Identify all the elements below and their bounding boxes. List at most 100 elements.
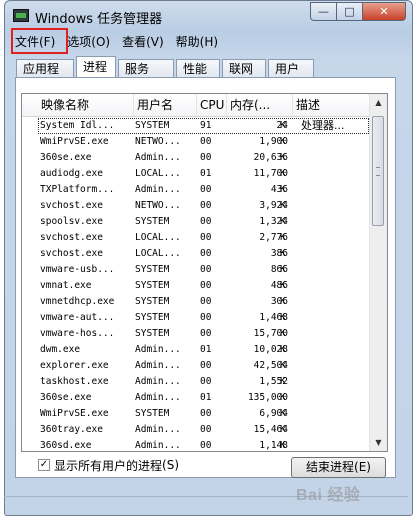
process-cpu: 00 — [200, 232, 212, 243]
column-memory[interactable]: 内存(... — [227, 94, 293, 116]
process-description — [301, 134, 371, 150]
end-process-button[interactable]: 结束进程(E) — [291, 457, 386, 478]
table-row[interactable]: audiodg.exe LOCAL... 01 11,700 K — [22, 166, 371, 182]
table-row[interactable]: spoolsv.exe SYSTEM 00 1,324 K — [22, 214, 371, 230]
tab-applications[interactable]: 应用程序 — [16, 59, 74, 94]
process-user: SYSTEM — [135, 312, 170, 323]
table-row[interactable]: explorer.exe Admin... 00 42,504 K — [22, 358, 371, 374]
process-cpu: 01 — [200, 168, 212, 179]
process-user: SYSTEM — [135, 328, 170, 339]
process-description — [301, 278, 371, 294]
up-arrow-icon[interactable]: ▲ — [370, 94, 387, 111]
process-memory-unit: K — [280, 216, 286, 227]
table-row[interactable]: vmnetdhcp.exe SYSTEM 00 306 K — [22, 294, 371, 310]
process-memory-unit: K — [280, 376, 286, 387]
tab-performance[interactable]: 性能 — [176, 59, 220, 77]
table-row[interactable]: vmware-aut... SYSTEM 00 1,468 K — [22, 310, 371, 326]
column-user-name[interactable]: 用户名 — [134, 94, 197, 116]
scroll-thumb[interactable] — [372, 116, 384, 226]
process-user: Admin... — [135, 392, 181, 403]
vertical-scrollbar[interactable]: ▲ ▼ — [369, 94, 387, 451]
table-row[interactable]: 360sd.exe Admin... 00 1,148 K — [22, 438, 371, 451]
process-rows: System Idl... SYSTEM 91 24 K 处理器... WmiPrvSE.e… — [22, 118, 371, 451]
process-user: Admin... — [135, 152, 181, 163]
process-list[interactable]: 映像名称 用户名 CPU 内存(... 描述 System Idl... SYST… — [21, 93, 388, 452]
table-row[interactable]: System Idl... SYSTEM 91 24 K 处理器... — [38, 118, 369, 134]
title-bar[interactable]: Windows 任务管理器 — □ ✕ — [5, 1, 412, 31]
column-image-name[interactable]: 映像名称 — [38, 94, 134, 116]
process-user: LOCAL... — [135, 168, 181, 179]
process-memory-unit: K — [280, 280, 286, 291]
tab-users[interactable]: 用户 — [268, 59, 314, 77]
table-row[interactable]: TXPlatform... Admin... 00 436 K — [22, 182, 371, 198]
table-row[interactable]: taskhost.exe Admin... 00 1,552 K — [22, 374, 371, 390]
minimize-button[interactable]: — — [310, 2, 337, 21]
tab-strip: 应用程序 进程 服务 性能 联网 用户 — [16, 56, 316, 94]
process-cpu: 00 — [200, 408, 212, 419]
process-description — [301, 182, 371, 198]
column-description[interactable]: 描述 — [293, 94, 371, 116]
tab-services[interactable]: 服务 — [118, 59, 174, 77]
process-description — [301, 326, 371, 342]
table-row[interactable]: vmware-usb... SYSTEM 00 866 K — [22, 262, 371, 278]
process-name: vmnetdhcp.exe — [40, 296, 115, 307]
tab-networking[interactable]: 联网 — [222, 59, 266, 77]
process-cpu: 00 — [200, 200, 212, 211]
watermark: Bai 经验 — [296, 487, 361, 504]
close-button[interactable]: ✕ — [363, 2, 406, 21]
process-user: Admin... — [135, 440, 181, 451]
table-row[interactable]: vmnat.exe SYSTEM 00 486 K — [22, 278, 371, 294]
table-row[interactable]: svchost.exe LOCAL... 00 386 K — [22, 246, 371, 262]
process-user: LOCAL... — [135, 232, 181, 243]
file-menu-highlight-box — [11, 28, 68, 54]
menu-options[interactable]: 选项(O) — [61, 32, 116, 52]
process-name: vmnat.exe — [40, 280, 92, 291]
process-cpu: 00 — [200, 440, 212, 451]
table-row[interactable]: vmware-hos... SYSTEM 00 15,700 K — [22, 326, 371, 342]
show-all-users-checkbox[interactable]: ✓ — [38, 459, 50, 471]
process-memory-unit: K — [280, 200, 286, 211]
process-cpu: 01 — [200, 344, 212, 355]
process-name: spoolsv.exe — [40, 216, 103, 227]
show-all-users-shortcut: (S) — [162, 458, 179, 472]
process-cpu: 00 — [200, 216, 212, 227]
process-user: SYSTEM — [135, 216, 170, 227]
table-row[interactable]: 360tray.exe Admin... 00 15,464 K — [22, 422, 371, 438]
down-arrow-icon[interactable]: ▼ — [370, 434, 387, 451]
process-name: 360se.exe — [40, 392, 92, 403]
process-name: svchost.exe — [40, 232, 103, 243]
process-cpu: 00 — [200, 312, 212, 323]
process-name: vmware-usb... — [40, 264, 115, 275]
process-name: dwm.exe — [40, 344, 81, 355]
maximize-button[interactable]: □ — [337, 2, 363, 21]
process-description — [301, 166, 371, 182]
process-name: 360sd.exe — [40, 440, 92, 451]
tab-processes[interactable]: 进程 — [76, 56, 116, 77]
table-row[interactable]: svchost.exe NETWO... 00 3,924 K — [22, 198, 371, 214]
process-cpu: 00 — [200, 184, 212, 195]
table-row[interactable]: WmiPrvSE.exe NETWO... 00 1,900 K — [22, 134, 371, 150]
process-memory-unit: K — [280, 392, 286, 403]
process-user: Admin... — [135, 424, 181, 435]
close-icon: ✕ — [379, 5, 389, 18]
show-all-users-option[interactable]: ✓ 显示所有用户的进程 (S) — [38, 457, 179, 473]
table-row[interactable]: WmiPrvSE.exe SYSTEM 00 6,904 K — [22, 406, 371, 422]
process-cpu: 01 — [200, 392, 212, 403]
table-row[interactable]: 360se.exe Admin... 00 20,636 K — [22, 150, 371, 166]
process-description — [301, 374, 371, 390]
process-cpu: 00 — [200, 296, 212, 307]
process-name: 360se.exe — [40, 152, 92, 163]
process-cpu: 91 — [200, 120, 212, 131]
table-row[interactable]: svchost.exe LOCAL... 00 2,776 K — [22, 230, 371, 246]
process-user: Admin... — [135, 376, 181, 387]
process-memory-unit: K — [280, 312, 286, 323]
process-cpu: 00 — [200, 152, 212, 163]
process-user: SYSTEM — [135, 280, 170, 291]
menu-help[interactable]: 帮助(H) — [170, 32, 224, 52]
process-user: SYSTEM — [135, 408, 170, 419]
process-name: TXPlatform... — [40, 184, 115, 195]
menu-view[interactable]: 查看(V) — [116, 32, 170, 52]
table-row[interactable]: 360se.exe Admin... 01 135,000 K — [22, 390, 371, 406]
table-row[interactable]: dwm.exe Admin... 01 10,028 K — [22, 342, 371, 358]
column-cpu[interactable]: CPU — [197, 94, 227, 116]
